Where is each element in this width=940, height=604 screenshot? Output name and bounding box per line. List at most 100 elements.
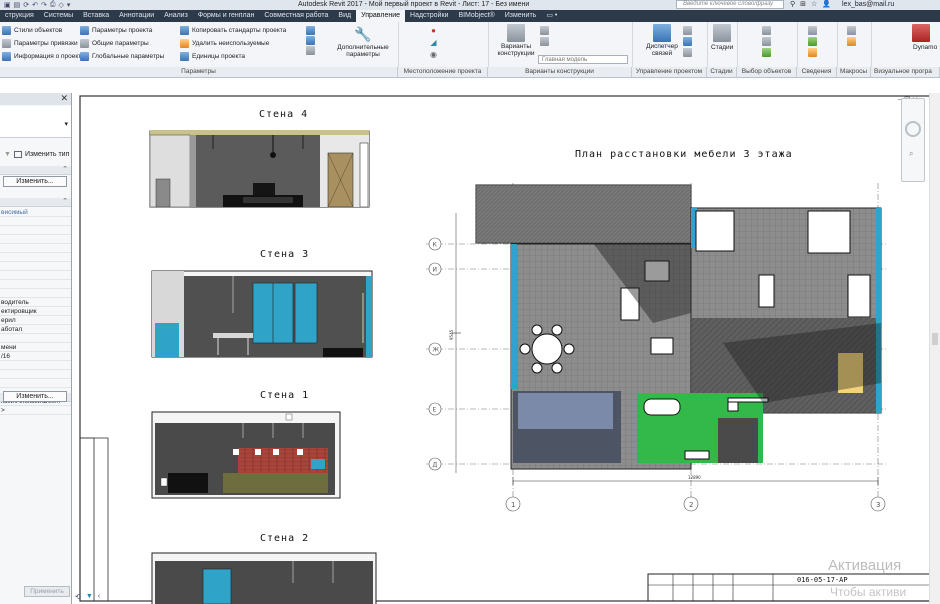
- property-row[interactable]: [0, 262, 71, 271]
- star-icon[interactable]: ☆: [811, 0, 817, 8]
- tab-6[interactable]: Совместная работа: [259, 10, 333, 22]
- transfer-standards-button[interactable]: Копировать стандарты проекта: [180, 26, 286, 35]
- tab-11[interactable]: Изменить: [500, 10, 542, 22]
- property-row[interactable]: висимый: [0, 208, 71, 217]
- edit-graphics-button[interactable]: Изменить...: [3, 176, 67, 187]
- properties-section-identity[interactable]: ⌃: [0, 198, 71, 207]
- property-row[interactable]: ектировщик: [0, 307, 71, 316]
- tab-8[interactable]: Управление: [356, 10, 406, 22]
- save-selection-icon: [762, 48, 771, 57]
- open-icon[interactable]: ▣: [4, 1, 11, 9]
- property-row[interactable]: [0, 370, 71, 379]
- property-row[interactable]: [0, 361, 71, 370]
- measure-icon[interactable]: ◇: [58, 1, 63, 9]
- undo-icon[interactable]: ↶: [32, 1, 38, 9]
- scrollbar-thumb[interactable]: [932, 333, 938, 345]
- global-parameters-label: Глобальные параметры: [92, 53, 165, 60]
- property-row[interactable]: аботал: [0, 325, 71, 334]
- tab-0[interactable]: струкция: [0, 10, 39, 22]
- chevron-down-icon[interactable]: ▾: [67, 1, 71, 9]
- vertical-scrollbar[interactable]: [929, 93, 940, 604]
- tab-3[interactable]: Аннотации: [114, 10, 159, 22]
- tab-12[interactable]: ▭ •: [541, 10, 562, 22]
- save-icon[interactable]: ▤: [14, 1, 21, 9]
- property-row[interactable]: [0, 334, 71, 343]
- snaps-icon: [2, 39, 11, 48]
- select-by-id-2-icon: [808, 48, 817, 57]
- tab-7[interactable]: Вид: [333, 10, 356, 22]
- property-row[interactable]: [0, 226, 71, 235]
- edit-button-2[interactable]: Изменить...: [3, 391, 67, 402]
- mep-settings-buttons[interactable]: [306, 26, 315, 55]
- project-parameters-button[interactable]: Параметры проекта: [80, 26, 152, 35]
- edit-type-icon: [13, 151, 22, 158]
- sync-view-icon[interactable]: ⟲: [75, 593, 81, 601]
- macros-icons[interactable]: [847, 26, 856, 46]
- dynamo-button[interactable]: Dynamo: [905, 24, 937, 51]
- inquiry-icons[interactable]: [808, 26, 817, 57]
- steering-wheel-icon[interactable]: [905, 121, 921, 137]
- property-row[interactable]: [0, 289, 71, 298]
- property-row[interactable]: [0, 244, 71, 253]
- purge-unused-label: Удалить неиспользуемые: [192, 40, 270, 47]
- manage-links-button[interactable]: Диспетчер связей: [640, 24, 684, 57]
- property-row[interactable]: [0, 379, 71, 388]
- tab-9[interactable]: Надстройки: [405, 10, 453, 22]
- user-account[interactable]: lex_bas@mail.ru: [842, 1, 894, 8]
- phases-button[interactable]: Стадии: [711, 24, 733, 51]
- ribbon: Стили объектов Параметры привязки Информ…: [0, 22, 940, 78]
- object-styles-button[interactable]: Стили объектов: [2, 26, 62, 35]
- property-row[interactable]: /16: [0, 352, 71, 361]
- edit-type-button[interactable]: ▼ Изменить тип: [4, 151, 69, 158]
- property-row[interactable]: водитель: [0, 298, 71, 307]
- tab-5[interactable]: Формы и генплан: [193, 10, 260, 22]
- tab-4[interactable]: Анализ: [159, 10, 193, 22]
- print-icon[interactable]: ⎙: [50, 1, 56, 9]
- panel-label-project-management: Управление проектом: [632, 67, 707, 77]
- tab-1[interactable]: Системы: [39, 10, 78, 22]
- type-selector[interactable]: ▾: [0, 106, 71, 138]
- property-row[interactable]: >: [0, 406, 71, 415]
- purge-unused-button[interactable]: Удалить неиспользуемые: [180, 39, 269, 48]
- scroll-left-icon[interactable]: ‹: [98, 593, 100, 600]
- binoculars-icon[interactable]: ⚲: [790, 0, 795, 8]
- design-option-combo[interactable]: Главная модель: [538, 55, 628, 64]
- property-row[interactable]: ерил: [0, 316, 71, 325]
- project-info-button[interactable]: Информация о проекте: [2, 52, 85, 61]
- shared-parameters-button[interactable]: Общие параметры: [80, 39, 149, 48]
- snaps-button[interactable]: Параметры привязки: [2, 39, 78, 48]
- starting-view-icon: [683, 26, 692, 35]
- subscription-icon[interactable]: ⊞: [800, 0, 806, 8]
- zoom-icon[interactable]: ⌕: [909, 149, 913, 159]
- property-row[interactable]: [0, 280, 71, 289]
- sync-icon[interactable]: ⟳: [23, 1, 29, 9]
- chevron-down-icon[interactable]: ▾: [64, 120, 68, 128]
- selection-icons[interactable]: [762, 26, 771, 57]
- project-units-button[interactable]: Единицы проекта: [180, 52, 245, 61]
- filter-view-icon[interactable]: ▼: [86, 593, 93, 600]
- property-row[interactable]: [0, 271, 71, 280]
- tab-2[interactable]: Вставка: [78, 10, 114, 22]
- navigation-bar[interactable]: ⌕: [901, 98, 925, 182]
- design-options-button[interactable]: Варианты конструкции: [496, 24, 536, 57]
- property-row[interactable]: [0, 253, 71, 262]
- property-row[interactable]: [0, 235, 71, 244]
- global-parameters-button[interactable]: Глобальные параметры: [80, 52, 164, 61]
- location-buttons[interactable]: ● ◢ ◉: [430, 26, 437, 59]
- search-input[interactable]: Введите ключевое слово/фразу: [676, 0, 784, 9]
- property-row[interactable]: [0, 217, 71, 226]
- sheet-view[interactable]: 12890 К И Ж Е Д 1 2 3 9545 Стена 4 Стена 3 Сте…: [73, 93, 940, 604]
- redo-icon[interactable]: ↷: [41, 1, 47, 9]
- user-icon[interactable]: 👤: [822, 0, 831, 8]
- option-set-icons[interactable]: [540, 26, 549, 46]
- property-row[interactable]: мени: [0, 343, 71, 352]
- properties-section-graphics[interactable]: ⌃: [0, 166, 71, 175]
- additional-settings-button[interactable]: 🔧 Дополнительные параметры: [333, 26, 393, 58]
- manage-links-icon: [653, 24, 671, 42]
- tab-10[interactable]: BIMobject®: [453, 10, 499, 22]
- object-styles-icon: [2, 26, 11, 35]
- project-management-icons[interactable]: [683, 26, 692, 57]
- close-icon[interactable]: ✕: [60, 93, 68, 104]
- project-parameters-icon: [80, 26, 89, 35]
- apply-button[interactable]: Применить: [24, 586, 70, 597]
